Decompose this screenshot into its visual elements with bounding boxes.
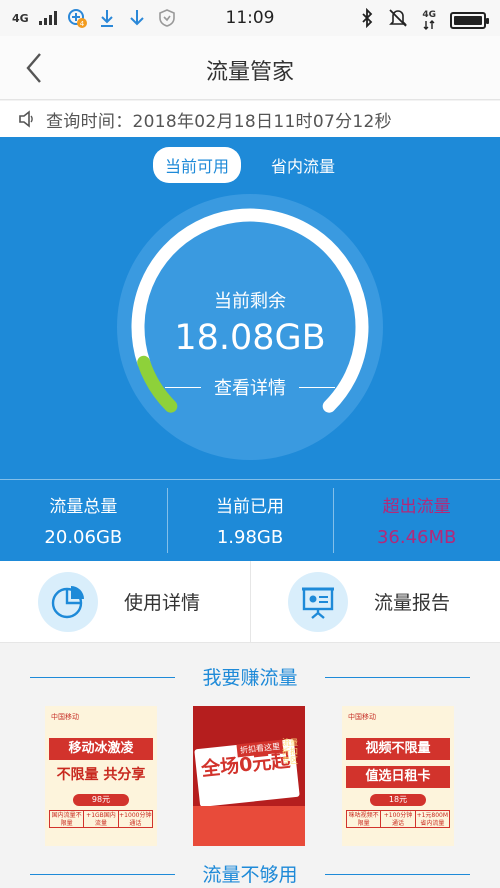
- nav-bar: 流量管家: [0, 36, 500, 100]
- tab-province-data[interactable]: 省内流量: [259, 147, 347, 183]
- promo-zone-tag: 流量折扣专区: [282, 738, 298, 765]
- stat-used: 当前已用 1.98GB: [166, 480, 334, 561]
- remaining-value: 18.08GB: [174, 318, 326, 358]
- mute-icon: [388, 8, 408, 32]
- stat-used-label: 当前已用: [216, 497, 284, 517]
- promo-banner: 视频不限量: [346, 738, 450, 760]
- view-details-link[interactable]: 查看详情: [160, 374, 340, 400]
- promo-fine-item: 咪咕视频不限量: [348, 812, 379, 827]
- action-row: 使用详情 流量报告: [0, 561, 500, 643]
- battery-icon: [450, 11, 489, 29]
- query-time-text: 查询时间：2018年02月18日11时07分12秒: [46, 111, 392, 132]
- promo-subtitle: 不限量 共分享: [56, 767, 146, 783]
- data-report-button[interactable]: 流量报告: [250, 561, 500, 642]
- usage-details-button[interactable]: 使用详情: [0, 561, 250, 642]
- usage-tabs: 当前可用 省内流量: [0, 147, 500, 183]
- promo-fine-item: +100分钟通话: [380, 811, 414, 827]
- query-time-bar: 查询时间：2018年02月18日11时07分12秒: [0, 101, 500, 137]
- promo-banner: 移动冰激凌: [49, 738, 153, 760]
- stat-used-value: 1.98GB: [216, 527, 284, 548]
- promo-subtitle: 值选日租卡: [346, 766, 450, 788]
- stat-overage-label: 超出流量: [382, 497, 451, 517]
- stat-total-value: 20.06GB: [44, 527, 123, 548]
- stat-total: 流量总量 20.06GB: [0, 480, 167, 561]
- network-4g-icon: 4G: [422, 9, 436, 30]
- promo-brand: 中国移动: [348, 713, 376, 721]
- promo-fine-item: +1GB国内流量: [83, 811, 117, 827]
- promo-fine-item: +1元800M省内流量: [414, 811, 449, 827]
- earn-data-section-title: 我要赚流量: [0, 663, 500, 690]
- promo-brand: 中国移动: [51, 713, 79, 721]
- remaining-label: 当前剩余: [214, 291, 286, 312]
- status-right: 4G: [360, 7, 489, 32]
- stat-total-label: 流量总量: [49, 497, 118, 517]
- tab-current-available[interactable]: 当前可用: [152, 147, 241, 183]
- promo-card-discount[interactable]: 全场0元起 折扣看这里 流量折扣专区: [193, 706, 305, 846]
- promo-price: 18元: [370, 794, 426, 806]
- data-usage-panel: 当前可用 省内流量 当前剩余 18.08GB 查看详情 流量总量 20.06GB…: [0, 137, 500, 561]
- data-report-label: 流量报告: [374, 592, 451, 614]
- promo-card-ice-cream[interactable]: 中国移动 移动冰激凌 不限量 共分享 98元 国内流量不限量 +1GB国内流量 …: [45, 706, 157, 846]
- right-network-type: 4G: [422, 9, 436, 20]
- promo-fine-item: 国内流量不限量: [51, 812, 82, 827]
- stat-overage-value: 36.46MB: [376, 527, 457, 548]
- usage-stats: 流量总量 20.06GB 当前已用 1.98GB 超出流量 36.46MB: [0, 479, 500, 561]
- promo-price: 98元: [73, 794, 129, 806]
- promo-card-video[interactable]: 中国移动 视频不限量 值选日租卡 18元 咪咕视频不限量 +100分钟通话 +1…: [342, 706, 454, 846]
- status-bar: 4G 4 11:09 4G: [0, 0, 500, 36]
- bluetooth-icon: [360, 7, 374, 32]
- pie-chart-icon: [38, 571, 98, 632]
- not-enough-section-title: 流量不够用: [0, 860, 500, 887]
- promo-fine-print: 国内流量不限量 +1GB国内流量 +1000分钟通话: [49, 810, 153, 828]
- promo-fine-print: 咪咕视频不限量 +100分钟通话 +1元800M省内流量: [346, 810, 450, 828]
- usage-details-label: 使用详情: [124, 592, 201, 614]
- speaker-icon: [19, 110, 33, 128]
- promo-fine-item: +1000分钟通话: [117, 811, 152, 827]
- stat-overage: 超出流量 36.46MB: [333, 480, 500, 561]
- page-title: 流量管家: [205, 60, 294, 85]
- gauge-content: 当前剩余 18.08GB 查看详情: [115, 192, 385, 462]
- promo-cards: 中国移动 移动冰激凌 不限量 共分享 98元 国内流量不限量 +1GB国内流量 …: [0, 706, 500, 846]
- promo-background-floor: [193, 806, 305, 846]
- report-board-icon: [288, 571, 348, 632]
